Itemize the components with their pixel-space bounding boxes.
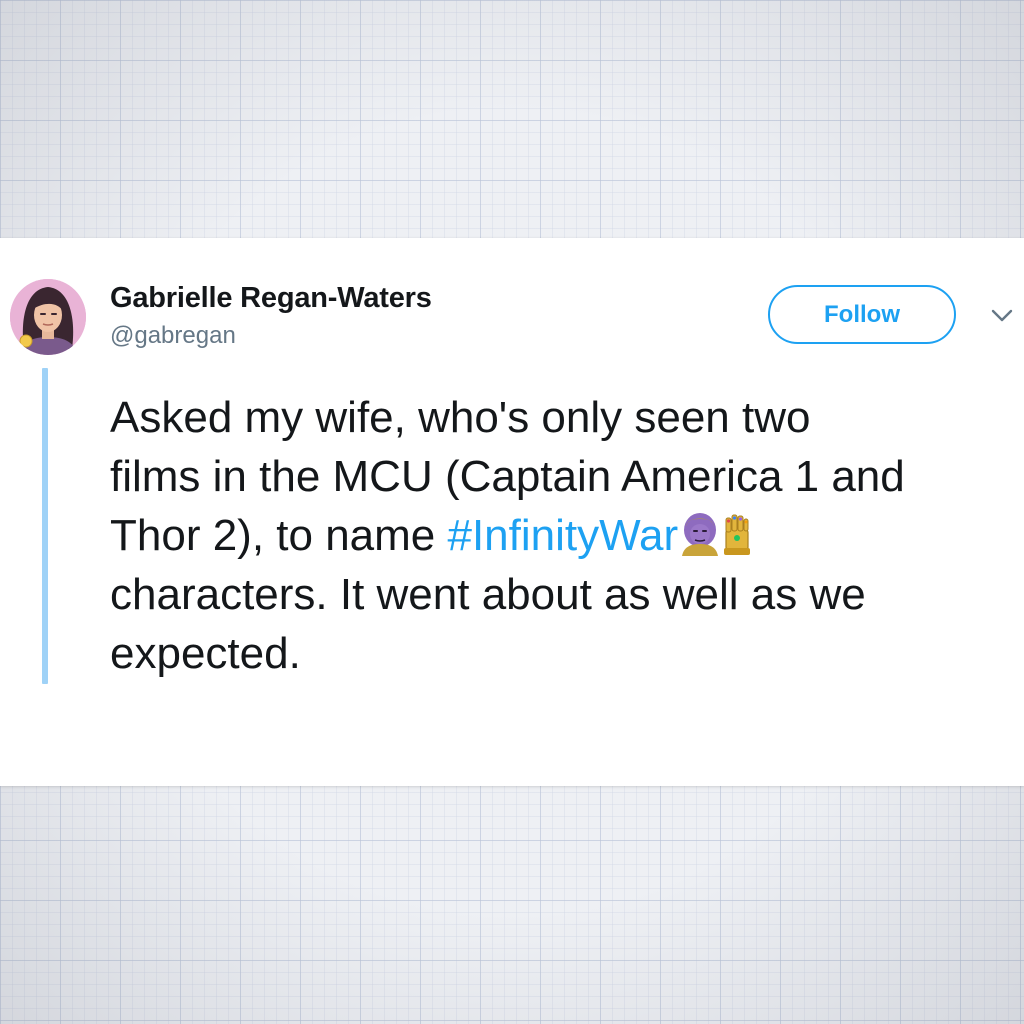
author-display-name[interactable]: Gabrielle Regan-Waters	[110, 282, 432, 315]
avatar-illustration	[10, 279, 86, 355]
tweet-text-line: films in the MCU (Captain America 1 and	[110, 452, 905, 501]
tweet-text-line: Thor 2), to name #InfinityWar	[110, 506, 1024, 565]
avatar[interactable]	[10, 279, 86, 355]
tweet-text-line: Asked my wife, who's only seen two	[110, 393, 811, 442]
follow-button-label: Follow	[824, 300, 900, 328]
thanos-gauntlet-emoji-icon	[682, 513, 751, 556]
author-handle[interactable]: @gabregan	[110, 322, 236, 350]
chevron-down-icon[interactable]	[990, 308, 1014, 324]
tweet-card: Gabrielle Regan-Waters @gabregan Follow …	[0, 238, 1024, 786]
tweet-text-line: characters. It went about as well as we	[110, 570, 866, 619]
tweet-text-line: expected.	[110, 629, 301, 678]
tweet-text: Asked my wife, who's only seen two films…	[110, 388, 1024, 683]
tweet-text-segment: Thor 2), to name	[110, 511, 448, 560]
hashtag-link[interactable]: #InfinityWar	[447, 511, 678, 560]
follow-button[interactable]: Follow	[768, 285, 956, 344]
thread-connector-line	[42, 368, 48, 684]
